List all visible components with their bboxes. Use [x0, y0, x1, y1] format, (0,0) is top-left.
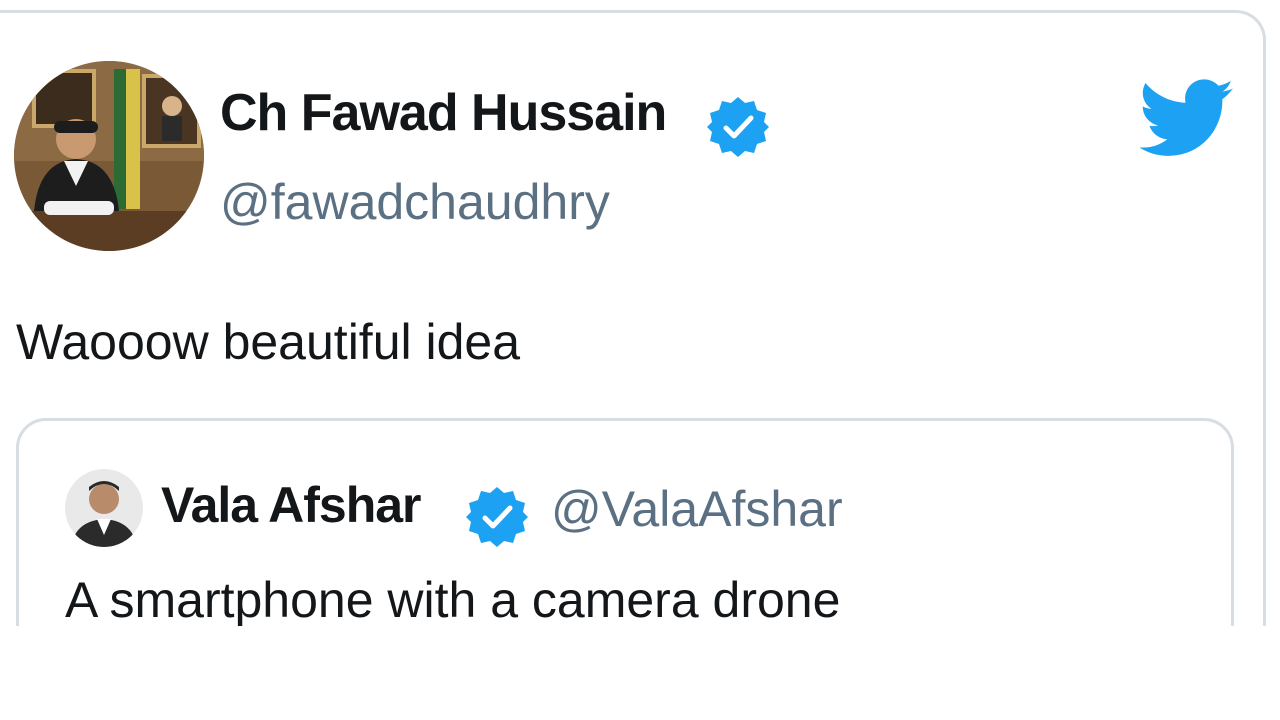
verified-badge-icon [706, 95, 770, 159]
screenshot-canvas: Ch Fawad Hussain @fawadchaudhry Waooow b… [0, 0, 1280, 720]
tweet-card[interactable]: Ch Fawad Hussain @fawadchaudhry Waooow b… [0, 10, 1266, 626]
quoted-verified-badge-icon [465, 485, 529, 549]
bottom-blank-area [0, 626, 1280, 720]
twitter-bird-icon[interactable] [1138, 78, 1235, 160]
tweet-text: Waooow beautiful idea [16, 314, 521, 370]
quoted-tweet-text: A smartphone with a camera drone [65, 572, 841, 626]
author-name[interactable]: Ch Fawad Hussain [220, 83, 667, 143]
quoted-author-handle[interactable]: @ValaAfshar [551, 480, 843, 538]
quoted-tweet-card[interactable]: Vala Afshar @ValaAfshar A smartphone wit… [16, 418, 1234, 626]
quoted-author-name[interactable]: Vala Afshar [161, 476, 422, 534]
quoted-author-avatar[interactable] [65, 469, 143, 547]
author-avatar[interactable] [14, 61, 204, 251]
author-handle[interactable]: @fawadchaudhry [220, 173, 610, 231]
